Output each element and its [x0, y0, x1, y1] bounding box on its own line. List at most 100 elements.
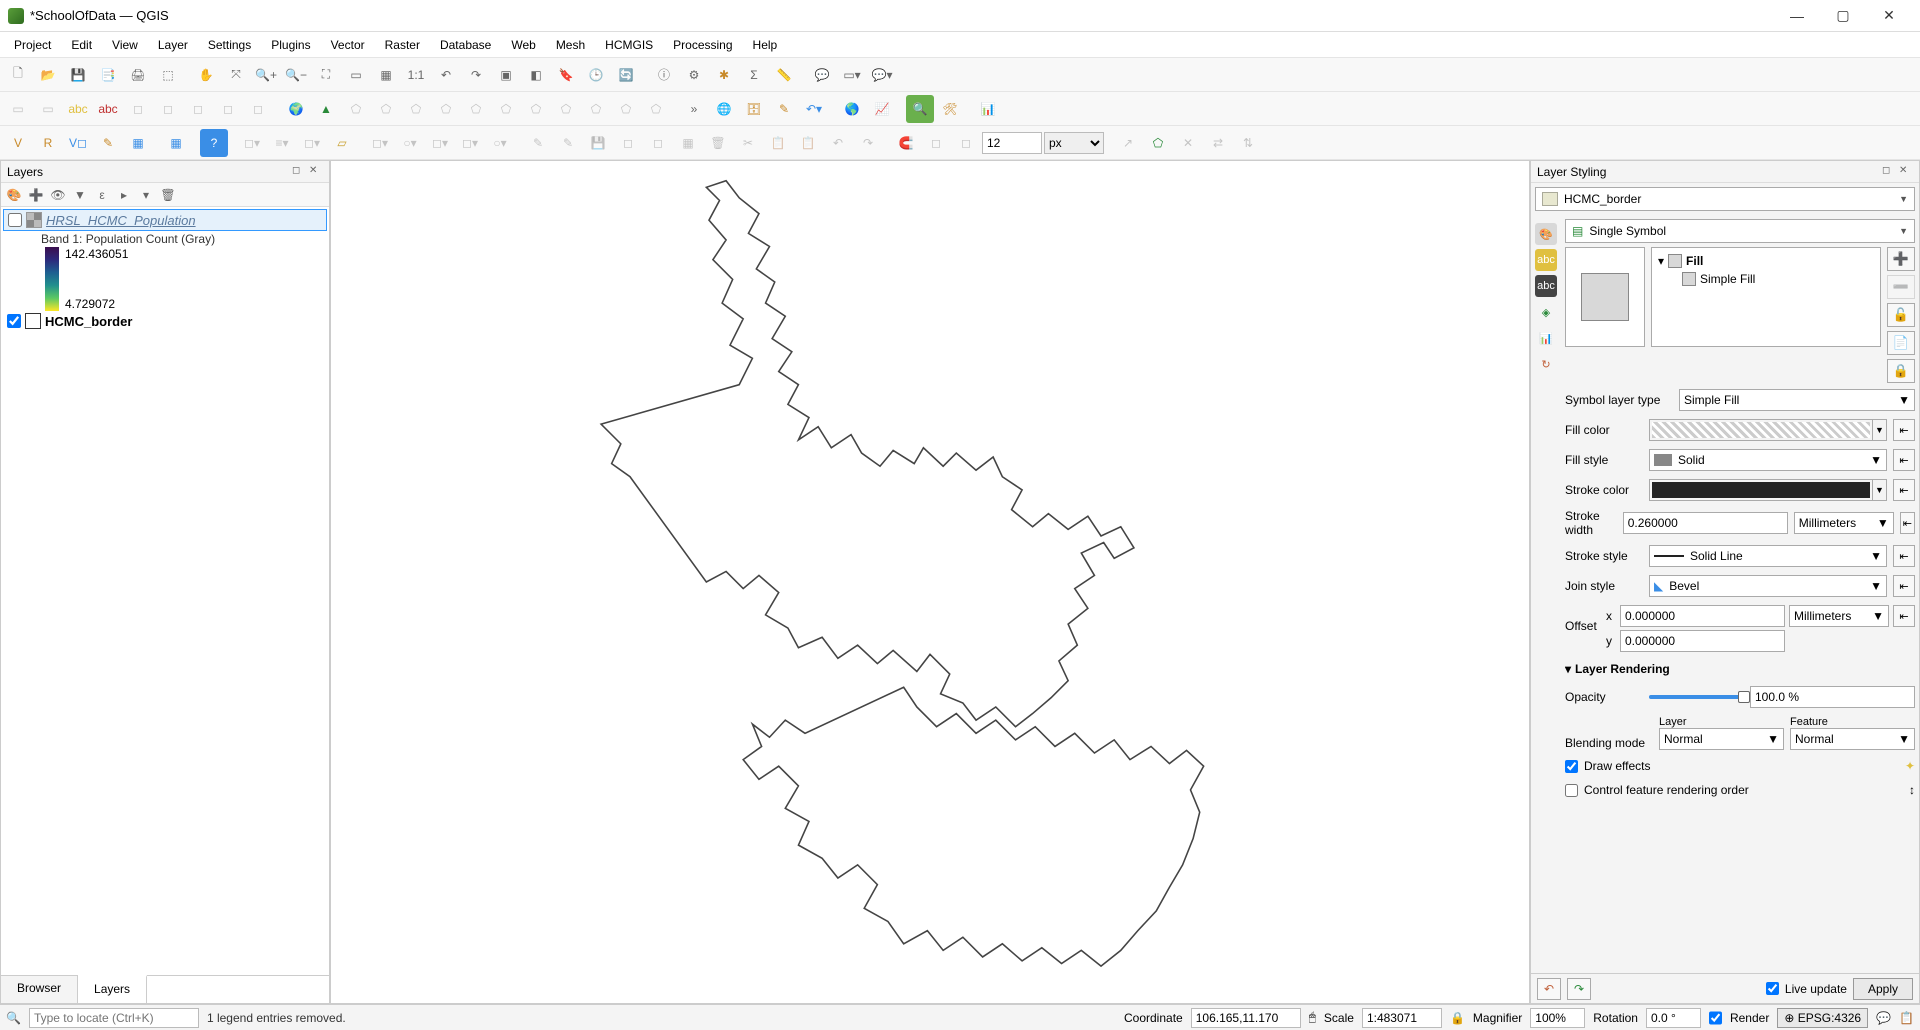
zoom-layer-icon[interactable]: ▦ [372, 61, 400, 89]
topo5-icon[interactable]: ⇅ [1234, 129, 1262, 157]
label-icon[interactable]: abc [64, 95, 92, 123]
new-bookmark-icon[interactable]: 🔖 [552, 61, 580, 89]
snap-unit-select[interactable]: px [1044, 132, 1104, 154]
redo-style-button[interactable]: ↷ [1567, 978, 1591, 1000]
layer-hcmc-checkbox[interactable] [7, 314, 21, 328]
diagram3-icon[interactable]: ◻ [184, 95, 212, 123]
zoom-full-icon[interactable]: ⛶ [312, 61, 340, 89]
locator-input[interactable] [29, 1008, 199, 1028]
menu-settings[interactable]: Settings [198, 33, 261, 56]
refresh-icon[interactable]: 🔄 [612, 61, 640, 89]
draw-effects-button[interactable]: ✦ [1905, 759, 1915, 773]
d3-icon[interactable]: ◻▾ [298, 129, 326, 157]
snap3-icon[interactable]: ◻ [952, 129, 980, 157]
maximize-button[interactable]: ▢ [1820, 0, 1866, 32]
zoom-out-icon[interactable]: 🔍− [282, 61, 310, 89]
add-vector-icon[interactable]: V [4, 129, 32, 157]
menu-edit[interactable]: Edit [61, 33, 102, 56]
fill-color-override-button[interactable]: ⇤ [1893, 419, 1915, 441]
new-project-icon[interactable]: 🗋 [4, 61, 32, 89]
undo-icon[interactable]: ↶▾ [800, 95, 828, 123]
measure-icon[interactable]: 📏 [770, 61, 798, 89]
apply-button[interactable]: Apply [1853, 978, 1913, 1000]
poly-icon[interactable]: ⬠ [342, 95, 370, 123]
messages-icon[interactable]: 💬 [1876, 1011, 1891, 1025]
join-style-override-button[interactable]: ⇤ [1893, 575, 1915, 597]
d1-icon[interactable]: ◻▾ [238, 129, 266, 157]
toolbox-icon[interactable]: ✱ [710, 61, 738, 89]
topo-icon[interactable]: ↗ [1114, 129, 1142, 157]
select-features-icon[interactable]: ▭ [4, 95, 32, 123]
world-icon[interactable]: 🌍 [282, 95, 310, 123]
stroke-style-override-button[interactable]: ⇤ [1893, 545, 1915, 567]
lock-symbol-button[interactable]: 🔒 [1887, 359, 1915, 383]
stroke-width-input[interactable] [1623, 512, 1788, 534]
renderer-select[interactable]: ▤ Single Symbol ▼ [1565, 219, 1915, 243]
opacity-value-input[interactable] [1750, 686, 1915, 708]
d16-icon[interactable]: ✂ [734, 129, 762, 157]
attribute-table-icon[interactable]: ▦ [124, 129, 152, 157]
style-icon[interactable]: 🎨 [5, 186, 23, 204]
styling-close-button[interactable]: ✕ [1899, 165, 1913, 179]
d18-icon[interactable]: 📋 [794, 129, 822, 157]
masks-tab-icon[interactable]: abc [1535, 275, 1557, 297]
d4-icon[interactable]: ◻▾ [366, 129, 394, 157]
topo2-icon[interactable]: ⬠ [1144, 129, 1172, 157]
stroke-width-unit-select[interactable]: Millimeters▼ [1794, 512, 1894, 534]
osm-icon[interactable]: 🔍 [906, 95, 934, 123]
history-tab-icon[interactable]: ↻ [1535, 353, 1557, 375]
menu-mesh[interactable]: Mesh [546, 33, 595, 56]
offset-override-button[interactable]: ⇤ [1893, 605, 1915, 627]
close-button[interactable]: ✕ [1866, 0, 1912, 32]
map-canvas[interactable] [330, 160, 1530, 1004]
snap-tolerance-input[interactable] [982, 132, 1042, 154]
stroke-style-select[interactable]: Solid Line▼ [1649, 545, 1887, 567]
menu-web[interactable]: Web [501, 33, 545, 56]
select-icon[interactable]: ▭▾ [838, 61, 866, 89]
offset-y-input[interactable] [1620, 630, 1785, 652]
scale-input[interactable] [1362, 1008, 1442, 1028]
d5-icon[interactable]: ○▾ [396, 129, 424, 157]
label-red-icon[interactable]: abc [94, 95, 122, 123]
symbology-tab-icon[interactable]: 🎨 [1535, 223, 1557, 245]
map-tips-icon[interactable]: 💬 [808, 61, 836, 89]
identify-icon[interactable]: ⓘ [650, 61, 678, 89]
filter-icon[interactable]: ▼ [71, 186, 89, 204]
d14-icon[interactable]: ▦ [674, 129, 702, 157]
poly7-icon[interactable]: ⬠ [522, 95, 550, 123]
poly9-icon[interactable]: ⬠ [582, 95, 610, 123]
poly3-icon[interactable]: ⬠ [402, 95, 430, 123]
diagram-icon[interactable]: ◻ [124, 95, 152, 123]
topo4-icon[interactable]: ⇄ [1204, 129, 1232, 157]
layer-hrsl-checkbox[interactable] [8, 213, 22, 227]
poly8-icon[interactable]: ⬠ [552, 95, 580, 123]
symbol-layer-type-select[interactable]: Simple Fill ▼ [1679, 389, 1915, 411]
d10-icon[interactable]: ✎ [554, 129, 582, 157]
menu-processing[interactable]: Processing [663, 33, 742, 56]
d7-icon[interactable]: ◻▾ [456, 129, 484, 157]
crs-button[interactable]: ⊕ EPSG:4326 [1777, 1008, 1868, 1028]
menu-database[interactable]: Database [430, 33, 501, 56]
triangle-icon[interactable]: ▲ [312, 95, 340, 123]
live-update-checkbox[interactable] [1766, 982, 1779, 995]
tab-browser[interactable]: Browser [1, 976, 78, 1003]
tree-expand-icon[interactable]: ▾ [1658, 254, 1664, 268]
toggle-editing-icon[interactable]: ✎ [94, 129, 122, 157]
offset-x-input[interactable] [1620, 605, 1785, 627]
blending-layer-select[interactable]: Normal▼ [1659, 728, 1784, 750]
zoom-next-icon[interactable]: ↷ [462, 61, 490, 89]
tree-simple-fill[interactable]: Simple Fill [1656, 270, 1876, 288]
diagram4-icon[interactable]: ◻ [214, 95, 242, 123]
join-style-select[interactable]: ◣ Bevel▼ [1649, 575, 1887, 597]
poly4-icon[interactable]: ⬠ [432, 95, 460, 123]
menu-help[interactable]: Help [743, 33, 788, 56]
mouse-icon[interactable]: 🖱 [1309, 1010, 1316, 1025]
collapse-icon[interactable]: ▾ [137, 186, 155, 204]
layer-hcmc-border[interactable]: HCMC_border [3, 311, 327, 331]
styling-float-button[interactable]: ◻ [1882, 165, 1896, 179]
remove-symbol-button[interactable]: ➖ [1887, 275, 1915, 299]
new-shapefile-icon[interactable]: V◻ [64, 129, 92, 157]
snap-icon[interactable]: 🧲 [892, 129, 920, 157]
labels-tab-icon[interactable]: abc [1535, 249, 1557, 271]
undo-style-button[interactable]: ↶ [1537, 978, 1561, 1000]
